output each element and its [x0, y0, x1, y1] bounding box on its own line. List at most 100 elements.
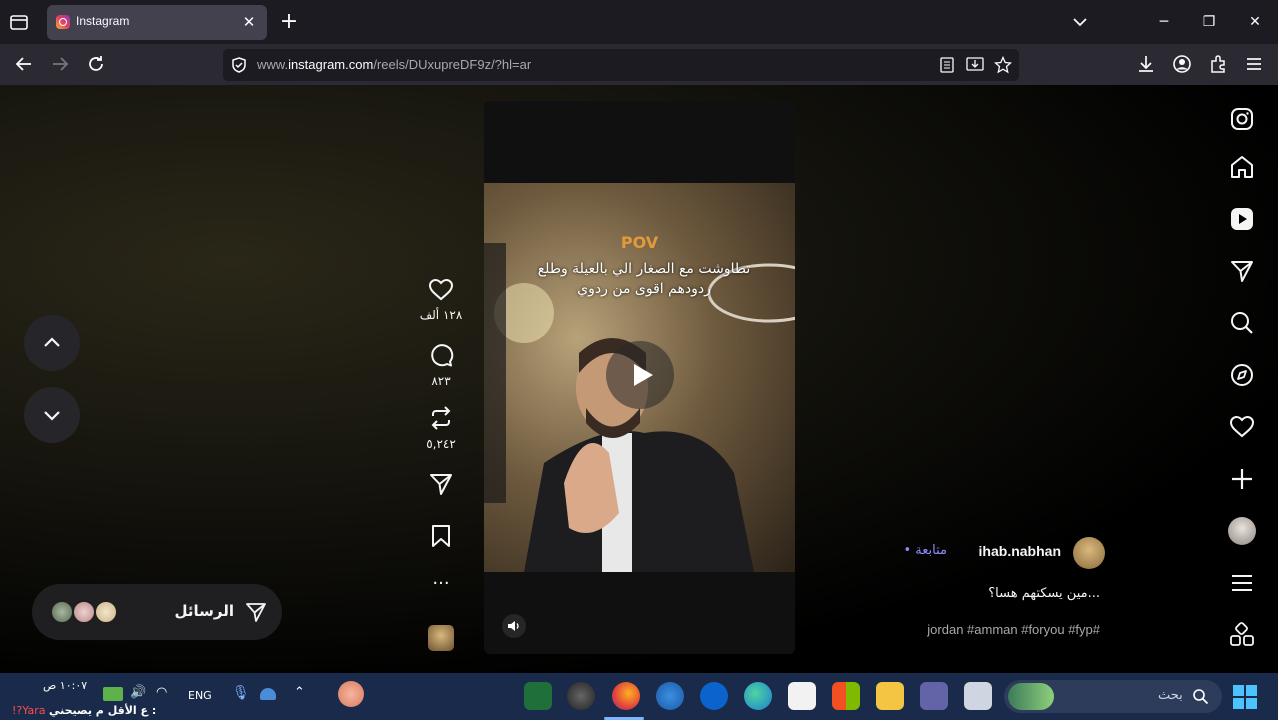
audio-thumbnail[interactable] — [418, 625, 464, 655]
cloud-icon[interactable] — [260, 688, 276, 700]
notifications-heart-icon[interactable] — [1228, 413, 1256, 441]
wifi-icon[interactable]: ◠ — [156, 685, 167, 700]
reel-hashtags[interactable]: jordan #amman #foryou #fyp# — [927, 622, 1100, 637]
install-app-icon[interactable] — [966, 57, 984, 73]
reader-view-icon[interactable] — [939, 57, 955, 73]
tab-title: Instagram — [76, 14, 130, 28]
microphone-icon[interactable]: 🎙 — [232, 685, 250, 701]
chevron-up-icon[interactable]: ⌃ — [294, 685, 305, 700]
follow-button[interactable]: • متابعة — [903, 543, 947, 558]
teams-icon[interactable] — [920, 682, 948, 710]
instagram-sidebar — [1216, 85, 1268, 673]
bookmark-icon — [432, 525, 450, 547]
comment-button[interactable]: ٨٢٣ — [418, 342, 464, 388]
tab-instagram[interactable]: Instagram ✕ — [47, 5, 267, 40]
account-icon[interactable] — [1171, 53, 1193, 75]
navigation-bar: www.instagram.com/reels/DUxupreDF9z/?hl=… — [0, 44, 1278, 85]
send-icon — [430, 474, 452, 495]
forward-icon[interactable] — [49, 53, 71, 75]
instagram-logo-icon[interactable] — [1228, 105, 1256, 133]
weather-widget-icon[interactable] — [338, 681, 364, 707]
author-username[interactable]: ihab.nabhan — [979, 543, 1061, 559]
browser-window: Instagram ✕ + ─ ❐ ✕ www.instagram.com/re… — [0, 0, 1278, 720]
obs-icon[interactable] — [567, 682, 595, 710]
save-button[interactable] — [418, 523, 464, 553]
messages-icon[interactable] — [1228, 257, 1256, 285]
search-icon[interactable] — [1228, 309, 1256, 337]
ticker-text: !?Yara ع الأقل م يصيحني : — [12, 704, 156, 717]
battery-icon[interactable] — [103, 687, 123, 701]
back-icon[interactable] — [13, 53, 35, 75]
volume-icon — [508, 621, 519, 631]
previous-reel-button[interactable] — [24, 315, 80, 371]
shield-icon[interactable] — [230, 56, 248, 74]
share-button[interactable] — [418, 471, 464, 501]
create-plus-icon[interactable] — [1228, 465, 1256, 493]
repost-button[interactable]: ٥,٢٤٢ — [418, 405, 464, 451]
language-indicator[interactable]: ENG — [188, 689, 212, 702]
app-icon[interactable] — [524, 682, 552, 710]
new-tab-icon[interactable]: + — [278, 11, 300, 33]
home-icon[interactable] — [1228, 153, 1256, 181]
messages-button[interactable]: الرسائل — [32, 584, 282, 640]
amazon-icon[interactable] — [788, 682, 816, 710]
file-explorer-icon[interactable] — [876, 682, 904, 710]
address-bar[interactable]: www.instagram.com/reels/DUxupreDF9z/?hl=… — [223, 49, 1019, 81]
taskbar-search[interactable]: بحث — [1004, 680, 1222, 713]
comments-count: ٨٢٣ — [431, 374, 451, 388]
reload-icon[interactable] — [85, 53, 107, 75]
downloads-icon[interactable] — [1135, 53, 1157, 75]
search-highlight-icon — [1008, 683, 1054, 710]
mute-button[interactable] — [502, 614, 526, 638]
help-icon[interactable] — [656, 682, 684, 710]
also-from-meta-icon[interactable] — [1228, 621, 1256, 649]
more-menu-icon[interactable] — [1228, 569, 1256, 597]
likes-count: ١٢٨ ألف — [419, 308, 463, 322]
overlay-pov-text: POV — [620, 233, 659, 252]
comment-icon — [431, 344, 454, 367]
reel-video[interactable]: POV تطاوشت مع الصغار الي بالعيلة وطلع رد… — [484, 183, 795, 572]
restore-icon[interactable]: ❐ — [1197, 10, 1221, 34]
bookmark-star-icon[interactable] — [994, 56, 1012, 74]
menu-icon[interactable] — [1243, 53, 1265, 75]
reels-icon[interactable] — [1228, 205, 1256, 233]
chevron-up-icon — [44, 337, 60, 347]
minimize-icon[interactable]: ─ — [1152, 10, 1176, 34]
avatar — [72, 600, 96, 624]
firefox-icon[interactable] — [612, 682, 640, 710]
avatar — [94, 600, 118, 624]
clock-time: ١٠:٠٧ ص — [43, 679, 88, 692]
messages-label: الرسائل — [174, 602, 234, 620]
more-dots-icon: ··· — [432, 573, 450, 594]
play-icon — [634, 364, 653, 386]
profile-avatar[interactable] — [1228, 517, 1256, 545]
system-clock[interactable]: ١٠:٠٧ ص — [43, 679, 87, 693]
reel-player[interactable]: POV تطاوشت مع الصغار الي بالعيلة وطلع رد… — [484, 101, 795, 654]
edge-icon[interactable] — [744, 682, 772, 710]
overlay-caption-line: تطاوشت مع الصغار الي بالعيلة وطلع — [537, 261, 751, 277]
play-button[interactable] — [606, 341, 674, 409]
extensions-icon[interactable] — [1207, 53, 1229, 75]
send-icon — [246, 603, 266, 622]
close-window-icon[interactable]: ✕ — [1243, 10, 1267, 34]
explore-icon[interactable] — [1228, 361, 1256, 389]
store-icon[interactable] — [832, 682, 860, 710]
tab-overview-icon[interactable] — [8, 11, 30, 33]
overlay-caption-line: ردودهم اقوى من ردوي — [577, 281, 711, 297]
reel-author: ihab.nabhan • متابعة — [880, 537, 1105, 569]
author-avatar[interactable] — [1073, 537, 1105, 569]
next-reel-button[interactable] — [24, 387, 80, 443]
reel-description[interactable]: مين يسكتهم هسا؟... — [988, 586, 1100, 601]
task-view-icon[interactable] — [964, 682, 992, 710]
volume-icon[interactable]: 🔊 — [130, 685, 146, 700]
avatar — [50, 600, 74, 624]
more-options-button[interactable]: ··· — [418, 573, 464, 594]
ticker-message: ع الأقل م يصيحني : — [48, 704, 157, 717]
url-text: www.instagram.com/reels/DUxupreDF9z/?hl=… — [257, 57, 532, 72]
chevron-down-icon[interactable] — [1070, 12, 1090, 32]
windows-start-icon[interactable] — [1232, 684, 1258, 710]
instagram-favicon-icon — [56, 15, 70, 29]
hp-icon[interactable] — [700, 682, 728, 710]
like-button[interactable]: ١٢٨ ألف — [418, 278, 464, 322]
close-tab-icon[interactable]: ✕ — [239, 12, 259, 32]
